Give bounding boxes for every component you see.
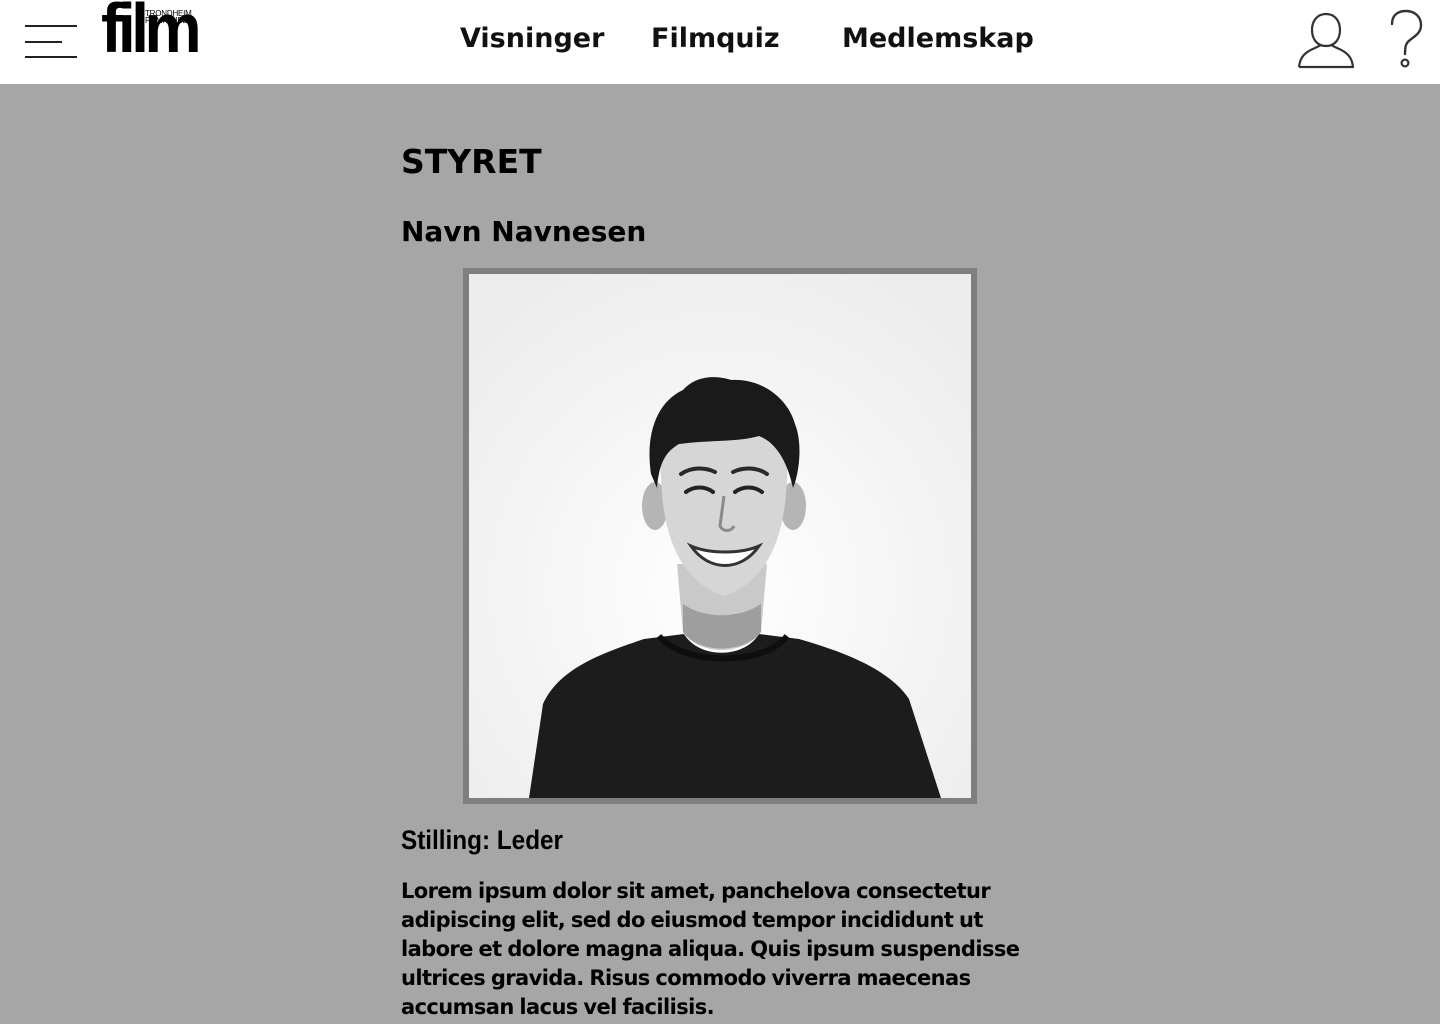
nav-link-visninger[interactable]: Visninger [460, 18, 604, 60]
member-photo [463, 268, 977, 804]
nav-link-medlemskap[interactable]: Medlemskap [842, 18, 1034, 60]
nav-link-filmquiz[interactable]: Filmquiz [651, 18, 780, 60]
page-title: STYRET [401, 142, 542, 181]
top-navigation-bar: film TRONDHEIM FILMKLUBB Visninger Filmq… [0, 0, 1440, 84]
help-icon[interactable] [1384, 8, 1428, 70]
site-logo[interactable]: film TRONDHEIM FILMKLUBB [101, 0, 202, 71]
logo-line-2: FILMKLUBB [145, 16, 188, 25]
menu-icon[interactable] [24, 24, 78, 60]
member-name: Navn Navnesen [401, 215, 647, 248]
user-icon[interactable] [1296, 10, 1356, 70]
member-bio: Lorem ipsum dolor sit amet, panchelova c… [401, 879, 1020, 1019]
member-position: Stilling: Leder [401, 825, 564, 855]
